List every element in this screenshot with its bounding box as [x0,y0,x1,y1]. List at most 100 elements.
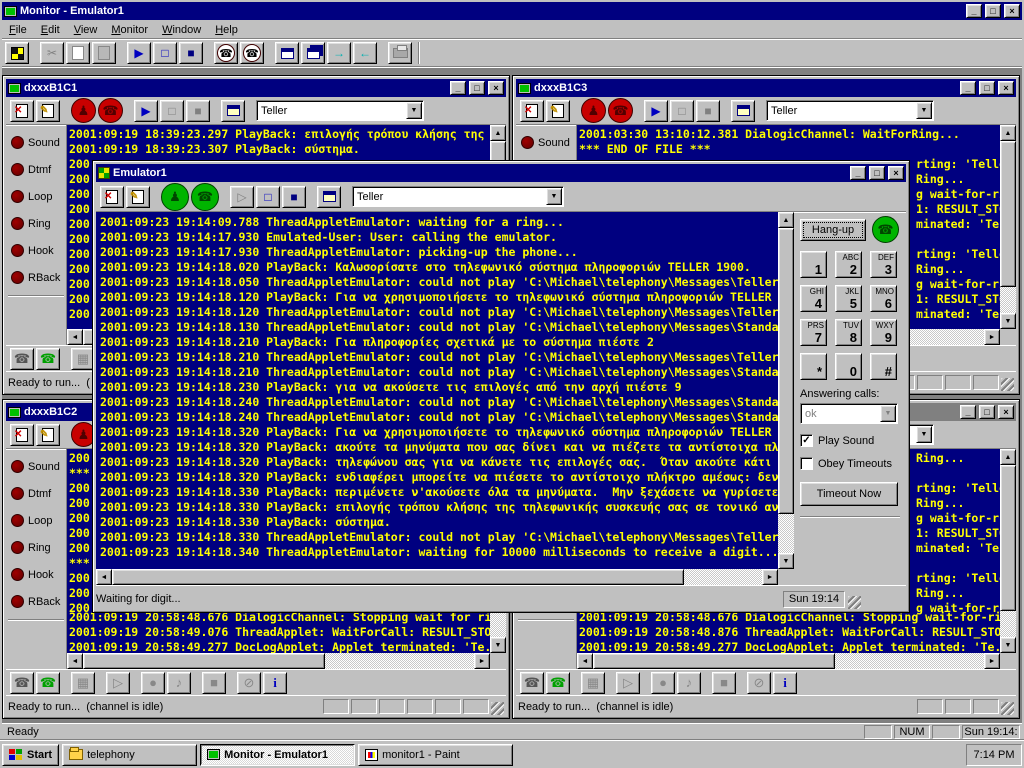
minimize-button[interactable]: _ [850,166,866,180]
stop-button[interactable]: ■ [179,42,203,64]
minimize-button[interactable]: _ [960,405,976,419]
combobox-dropdown-button[interactable]: ▼ [546,188,562,205]
menu-window[interactable]: Window [155,22,208,38]
record-stop-button[interactable]: ■ [202,672,226,694]
timeout-now-button[interactable]: Timeout Now [800,482,898,506]
clear-log-button[interactable]: ✕ [520,100,544,122]
taskbar-item-telephony[interactable]: telephony [62,744,197,766]
app-titlebar[interactable]: Monitor - Emulator1 _ □ × [2,2,1022,20]
combobox-dropdown-button[interactable]: ▼ [916,426,932,443]
play-sound-option[interactable]: ✓ Play Sound [800,434,900,447]
maximize-button[interactable]: □ [469,81,485,95]
properties-button[interactable] [221,100,245,122]
scroll-down-icon[interactable]: ▼ [778,553,794,569]
keypad-key[interactable]: * [800,353,827,380]
record-sound-button[interactable]: ♪ [677,672,701,694]
menu-edit[interactable]: Edit [34,22,67,38]
next-window-button[interactable]: → [327,42,351,64]
titlebar[interactable]: Emulator1 _ □ × [96,164,906,182]
scroll-down-icon[interactable]: ▼ [1000,313,1016,329]
stop-script-button[interactable]: ■ [282,186,306,208]
scroll-left-icon[interactable]: ◄ [67,653,83,669]
tile-windows-button[interactable] [275,42,299,64]
dial-keypad-button[interactable]: ▦ [581,672,605,694]
keypad-key[interactable]: 0 [835,353,862,380]
resize-grip[interactable] [848,596,861,609]
menu-monitor[interactable]: Monitor [104,22,155,38]
keypad-key[interactable]: JKL 5 [835,285,862,312]
play-button[interactable]: ▶ [127,42,151,64]
run-script-button[interactable]: ▶ [134,100,158,122]
close-button[interactable]: × [488,81,504,95]
obey-timeouts-option[interactable]: Obey Timeouts [800,457,900,470]
record-sound-button[interactable]: ♪ [167,672,191,694]
scroll-up-icon[interactable]: ▲ [778,212,794,228]
disconnect-phone-button[interactable]: ☎ [240,42,264,64]
properties-button[interactable] [731,100,755,122]
run-script-button[interactable]: ▶ [644,100,668,122]
cascade-windows-button[interactable] [301,42,325,64]
phone-line-button[interactable]: ☎ [98,98,123,123]
horizontal-scrollbar[interactable]: ◄ ► [67,653,490,669]
resize-grip[interactable] [491,702,504,715]
obey-timeouts-checkbox[interactable] [800,457,813,470]
clear-log-button[interactable]: ✕ [100,186,124,208]
resize-grip[interactable] [1001,378,1014,391]
vertical-scrollbar[interactable]: ▲ ▼ [1000,125,1016,345]
titlebar[interactable]: dxxxB1C3 _ □ × [516,79,1016,97]
emulator-log-view[interactable]: 2001:09:23 19:14:09.788 ThreadAppletEmul… [96,212,778,569]
vertical-scrollbar[interactable]: ▲ ▼ [1000,449,1016,669]
hangup-phone-button[interactable]: ☎ [10,348,34,370]
script-combobox[interactable]: Teller ▼ [256,100,424,121]
new-monitor-button[interactable] [5,42,29,64]
keypad-key[interactable]: GHI 4 [800,285,827,312]
info-button[interactable]: i [773,672,797,694]
start-button[interactable]: Start [2,744,59,766]
scroll-right-icon[interactable]: ► [474,653,490,669]
menu-file[interactable]: File [2,22,34,38]
answering-calls-combobox[interactable]: ok ▼ [800,403,898,424]
connect-phone-button[interactable]: ☎ [214,42,238,64]
paste-button[interactable] [92,42,116,64]
copy-button[interactable] [66,42,90,64]
play-message-button[interactable]: ▷ [616,672,640,694]
titlebar[interactable]: dxxxB1C1 _ □ × [6,79,506,97]
pickup-phone-button[interactable]: ☎ [546,672,570,694]
abort-button[interactable]: ⊘ [747,672,771,694]
pause-script-button[interactable]: □ [256,186,280,208]
close-button[interactable]: × [1004,4,1020,18]
keypad-key[interactable]: WXY 9 [870,319,897,346]
minimize-button[interactable]: _ [450,81,466,95]
edit-log-button[interactable]: ✎ [546,100,570,122]
record-button[interactable]: ● [141,672,165,694]
script-combobox[interactable]: Teller ▼ [352,186,564,207]
pause-script-button[interactable]: □ [160,100,184,122]
script-combobox[interactable]: Teller ▼ [766,100,934,121]
info-button[interactable]: i [263,672,287,694]
close-button[interactable]: × [998,405,1014,419]
scroll-right-icon[interactable]: ► [984,329,1000,345]
stop-script-button[interactable]: ■ [696,100,720,122]
scroll-right-icon[interactable]: ► [762,569,778,585]
scroll-up-icon[interactable]: ▲ [1000,449,1016,465]
user-emulation-button[interactable]: ♟ [581,98,606,123]
hangup-phone-button[interactable]: ☎ [10,672,34,694]
edit-log-button[interactable]: ✎ [36,100,60,122]
record-button[interactable]: ● [651,672,675,694]
pause-button[interactable]: □ [153,42,177,64]
scroll-up-icon[interactable]: ▲ [1000,125,1016,141]
abort-button[interactable]: ⊘ [237,672,261,694]
menu-help[interactable]: Help [208,22,245,38]
scroll-left-icon[interactable]: ◄ [96,569,112,585]
keypad-key[interactable]: ABC 2 [835,251,862,278]
taskbar-item-monitor[interactable]: Monitor - Emulator1 [200,744,355,766]
vertical-scrollbar[interactable]: ▲ ▼ [778,212,794,585]
play-sound-checkbox[interactable]: ✓ [800,434,813,447]
keypad-key[interactable]: MNO 6 [870,285,897,312]
keypad-key[interactable]: 1 [800,251,827,278]
minimize-button[interactable]: _ [966,4,982,18]
play-message-button[interactable]: ▷ [106,672,130,694]
horizontal-scrollbar[interactable]: ◄ ► [96,569,778,585]
maximize-button[interactable]: □ [979,405,995,419]
maximize-button[interactable]: □ [979,81,995,95]
